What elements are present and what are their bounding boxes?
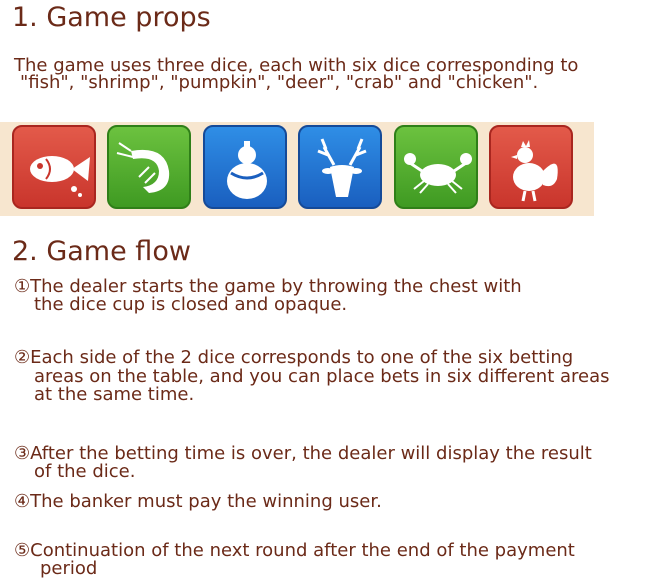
- fish-icon: [12, 125, 96, 209]
- shrimp-icon: [107, 125, 191, 209]
- deer-icon: [298, 125, 382, 209]
- crab-icon: [394, 125, 478, 209]
- flow-step-line: period: [40, 558, 98, 579]
- flow-step-line: of the dice.: [34, 461, 136, 482]
- page-title-game-flow: 2. Game flow: [12, 236, 191, 267]
- page-title-game-props: 1. Game props: [12, 2, 211, 33]
- flow-step-line: at the same time.: [34, 384, 195, 405]
- chicken-icon: [489, 125, 573, 209]
- flow-step-line: ②Each side of the 2 dice corresponds to …: [14, 347, 574, 368]
- dice-faces-strip: [0, 122, 594, 216]
- flow-step-line: ④The banker must pay the winning user.: [14, 491, 382, 512]
- flow-step-line: the dice cup is closed and opaque.: [34, 294, 348, 315]
- flow-step-line: ⑤Continuation of the next round after th…: [14, 540, 575, 561]
- props-description-line: "fish", "shrimp", "pumpkin", "deer", "cr…: [20, 72, 539, 93]
- pumpkin-icon: [203, 125, 287, 209]
